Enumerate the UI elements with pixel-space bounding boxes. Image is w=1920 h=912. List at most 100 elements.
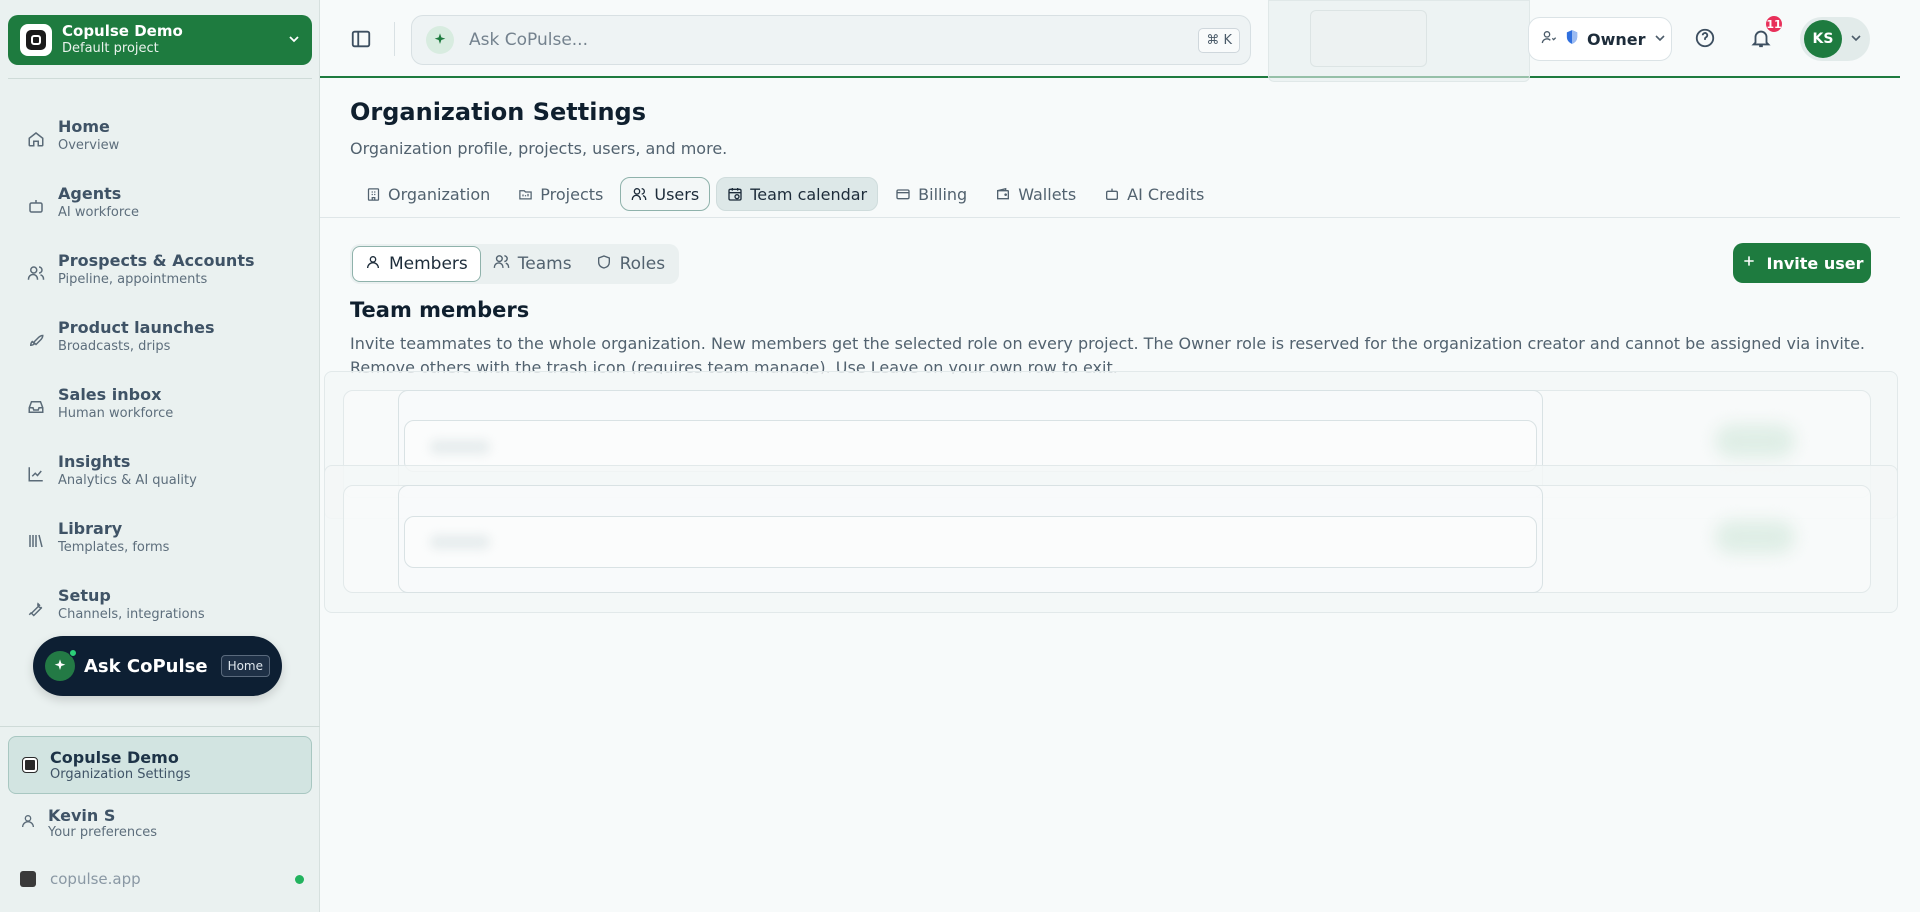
org-card-sub: Organization Settings bbox=[50, 767, 191, 782]
sidebar-item-sales-inbox[interactable]: Sales inbox Human workforce bbox=[24, 385, 304, 433]
project-subtitle: Default project bbox=[62, 41, 159, 56]
divider bbox=[8, 78, 312, 79]
ask-copulse-search[interactable]: Ask CoPulse... ⌘ K bbox=[411, 15, 1251, 65]
sidebar-item-prospects[interactable]: Prospects & Accounts Pipeline, appointmen… bbox=[24, 251, 304, 299]
sidebar-item-setup[interactable]: Setup Channels, integrations bbox=[24, 586, 304, 634]
role-label: Owner bbox=[1587, 29, 1646, 49]
sidebar: Copulse Demo Default project Home Overvie… bbox=[0, 0, 320, 912]
chart-line-icon bbox=[24, 462, 48, 486]
sidebar-item-sub: Channels, integrations bbox=[58, 607, 205, 622]
loading-skeleton-text bbox=[430, 440, 490, 454]
sidebar-item-home[interactable]: Home Overview bbox=[24, 117, 304, 165]
bot-icon bbox=[24, 194, 48, 218]
notifications-button[interactable]: 11 bbox=[1750, 14, 1784, 53]
user-preferences-link[interactable]: Kevin S Your preferences bbox=[20, 806, 157, 840]
sidebar-item-label: Agents bbox=[58, 184, 122, 203]
domain-text: copulse.app bbox=[50, 870, 141, 888]
tab-organization[interactable]: Organization bbox=[355, 177, 501, 211]
bot-icon bbox=[1104, 186, 1120, 202]
settings-tabs: Organization Projects Users Team calenda… bbox=[355, 177, 1215, 211]
section-title: Team members bbox=[350, 298, 530, 322]
sidebar-item-label: Home bbox=[58, 117, 110, 136]
chevron-down-icon bbox=[1654, 32, 1666, 47]
org-logo-icon bbox=[22, 757, 38, 773]
shield-icon bbox=[1565, 29, 1579, 49]
sidebar-item-agents[interactable]: Agents AI workforce bbox=[24, 184, 304, 232]
users-subtabs: Members Teams Roles bbox=[350, 244, 680, 284]
sparkle-icon bbox=[426, 26, 454, 54]
wallet-icon bbox=[995, 186, 1011, 202]
project-logo bbox=[20, 24, 52, 56]
user-name: Kevin S bbox=[48, 806, 116, 825]
status-online-dot bbox=[295, 874, 304, 884]
chevron-down-icon bbox=[1850, 32, 1862, 47]
subtab-teams[interactable]: Teams bbox=[481, 246, 584, 282]
plus-icon bbox=[1741, 253, 1757, 273]
sidebar-item-library[interactable]: Library Templates, forms bbox=[24, 519, 304, 567]
project-name: Copulse Demo bbox=[62, 22, 183, 40]
divider bbox=[0, 726, 320, 727]
sparkle-icon bbox=[45, 649, 77, 681]
loading-skeleton-field bbox=[404, 516, 1537, 568]
sidebar-item-insights[interactable]: Insights Analytics & AI quality bbox=[24, 452, 304, 500]
sidebar-item-label: Prospects & Accounts bbox=[58, 251, 255, 270]
wrench-icon bbox=[24, 596, 48, 620]
help-icon[interactable] bbox=[1694, 27, 1716, 53]
users-icon bbox=[493, 253, 510, 275]
user-settings-icon bbox=[1541, 29, 1557, 49]
user-icon bbox=[20, 813, 36, 833]
tab-label: Wallets bbox=[1018, 184, 1077, 204]
rocket-icon bbox=[24, 328, 48, 352]
divider bbox=[394, 22, 395, 56]
subtab-label: Members bbox=[389, 254, 468, 274]
project-switcher[interactable]: Copulse Demo Default project bbox=[8, 15, 312, 65]
top-bar: Ask CoPulse... ⌘ K Owner 11 KS bbox=[320, 0, 1900, 82]
tab-label: AI Credits bbox=[1127, 184, 1205, 204]
loading-skeleton-pill bbox=[1715, 520, 1795, 554]
sidebar-item-sub: Templates, forms bbox=[58, 540, 170, 555]
avatar: KS bbox=[1804, 20, 1842, 58]
org-name: Copulse Demo bbox=[50, 748, 179, 767]
invite-user-label: Invite user bbox=[1766, 253, 1864, 273]
sidebar-item-label: Library bbox=[58, 519, 123, 538]
sidebar-item-sub: Analytics & AI quality bbox=[58, 473, 197, 488]
tab-label: Organization bbox=[388, 184, 491, 204]
tab-users[interactable]: Users bbox=[620, 177, 711, 211]
invite-user-button[interactable]: Invite user bbox=[1733, 243, 1871, 283]
tab-team-calendar[interactable]: Team calendar bbox=[716, 177, 879, 211]
tab-label: Users bbox=[654, 184, 700, 204]
subtab-members[interactable]: Members bbox=[352, 246, 481, 282]
org-settings-link[interactable]: Copulse Demo Organization Settings bbox=[8, 736, 312, 794]
sidebar-item-sub: Pipeline, appointments bbox=[58, 272, 208, 287]
tab-label: Billing bbox=[918, 184, 968, 204]
context-badge: Home bbox=[220, 655, 270, 677]
tab-wallets[interactable]: Wallets bbox=[984, 177, 1087, 211]
ask-copulse-button[interactable]: Ask CoPulse Home bbox=[33, 636, 282, 696]
bell-icon bbox=[1750, 30, 1772, 53]
sidebar-item-label: Product launches bbox=[58, 318, 215, 337]
user-icon bbox=[365, 254, 381, 275]
sidebar-item-product-launches[interactable]: Product launches Broadcasts, drips bbox=[24, 318, 304, 366]
page-subtitle: Organization profile, projects, users, a… bbox=[350, 139, 728, 158]
loading-skeleton-text bbox=[430, 535, 490, 549]
page-title: Organization Settings bbox=[350, 98, 647, 126]
sidebar-toggle-icon[interactable] bbox=[350, 28, 372, 54]
loading-placeholder bbox=[1310, 10, 1427, 67]
tab-billing[interactable]: Billing bbox=[884, 177, 978, 211]
subtab-roles[interactable]: Roles bbox=[584, 246, 678, 282]
shield-icon bbox=[596, 254, 612, 275]
subtab-label: Roles bbox=[619, 254, 666, 274]
sidebar-item-sub: Overview bbox=[58, 138, 120, 153]
tab-projects[interactable]: Projects bbox=[507, 177, 614, 211]
notification-count-badge: 11 bbox=[1764, 14, 1784, 34]
building-icon bbox=[366, 187, 381, 202]
divider bbox=[320, 217, 1900, 218]
calendar-icon bbox=[727, 186, 743, 202]
search-input[interactable]: Ask CoPulse... bbox=[469, 30, 1198, 50]
inbox-icon bbox=[24, 395, 48, 419]
home-icon bbox=[24, 127, 48, 151]
account-menu[interactable]: KS bbox=[1800, 17, 1870, 61]
tab-ai-credits[interactable]: AI Credits bbox=[1093, 177, 1215, 211]
role-switcher[interactable]: Owner bbox=[1528, 17, 1672, 61]
tab-label: Projects bbox=[540, 184, 604, 204]
